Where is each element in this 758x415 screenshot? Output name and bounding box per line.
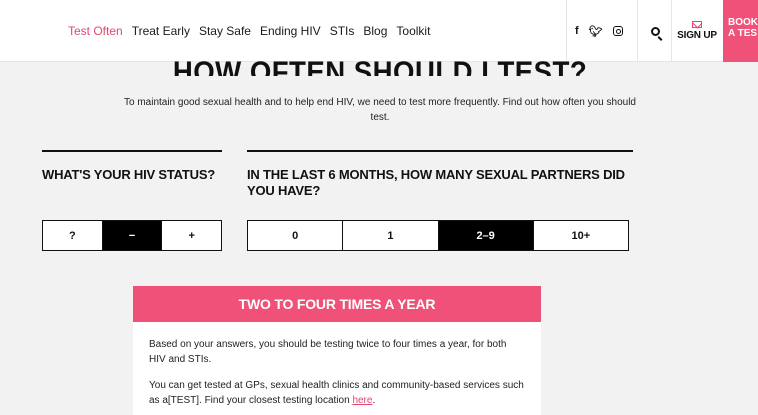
hiv-status-options: ? − +	[42, 220, 223, 251]
q2-rule	[247, 150, 633, 152]
book-label-line1: BOOK	[728, 17, 758, 28]
hiv-status-unknown[interactable]: ?	[42, 220, 103, 251]
q1-title: WHAT'S YOUR HIV STATUS?	[42, 167, 216, 182]
envelope-icon	[692, 21, 702, 28]
nav-test-often[interactable]: Test Often	[68, 24, 123, 38]
partners-options: 0 1 2–9 10+	[247, 220, 629, 251]
signup-label: SIGN UP	[677, 30, 717, 41]
q1-rule	[42, 150, 222, 152]
search-icon	[650, 26, 660, 36]
instagram-icon[interactable]	[612, 26, 623, 36]
search-button[interactable]	[640, 0, 670, 62]
result-heading-text: TWO TO FOUR TIMES A YEAR	[238, 296, 436, 312]
nav-toolkit[interactable]: Toolkit	[396, 24, 430, 38]
nav-ending-hiv[interactable]: Ending HIV	[260, 24, 321, 38]
signup-button[interactable]: SIGN UP	[672, 0, 722, 62]
nav-stay-safe[interactable]: Stay Safe	[199, 24, 251, 38]
result-paragraph-2-text: You can get tested at GPs, sexual health…	[149, 380, 524, 406]
partners-option-10-plus[interactable]: 10+	[532, 220, 629, 251]
book-test-button[interactable]: BOOK A TES	[723, 0, 758, 62]
partners-option-0[interactable]: 0	[247, 220, 344, 251]
result-paragraph-2-end: .	[372, 395, 376, 406]
nav-blog[interactable]: Blog	[363, 24, 387, 38]
testing-location-link[interactable]: here	[352, 395, 372, 406]
result-paragraph-2: You can get tested at GPs, sexual health…	[149, 378, 525, 408]
partners-option-1[interactable]: 1	[342, 220, 439, 251]
facebook-icon[interactable]: f	[575, 25, 579, 37]
result-body: Based on your answers, you should be tes…	[133, 322, 541, 415]
twitter-icon[interactable]: 🐦︎	[589, 25, 603, 38]
hiv-status-negative[interactable]: −	[101, 220, 163, 251]
intro-text: To maintain good sexual health and to he…	[123, 97, 636, 123]
partners-option-2-9[interactable]: 2–9	[437, 220, 534, 251]
header-divider	[637, 0, 638, 62]
q2-title: IN THE LAST 6 MONTHS, HOW MANY SEXUAL PA…	[247, 167, 625, 198]
result-heading: TWO TO FOUR TIMES A YEAR	[133, 286, 541, 322]
page-title: HOW OFTEN SHOULD I TEST?	[172, 56, 588, 76]
hiv-status-positive[interactable]: +	[161, 220, 223, 251]
result-paragraph-1: Based on your answers, you should be tes…	[149, 339, 507, 365]
nav-stis[interactable]: STIs	[330, 24, 355, 38]
nav-treat-early[interactable]: Treat Early	[132, 24, 190, 38]
book-label-line2: A TES	[728, 28, 758, 39]
